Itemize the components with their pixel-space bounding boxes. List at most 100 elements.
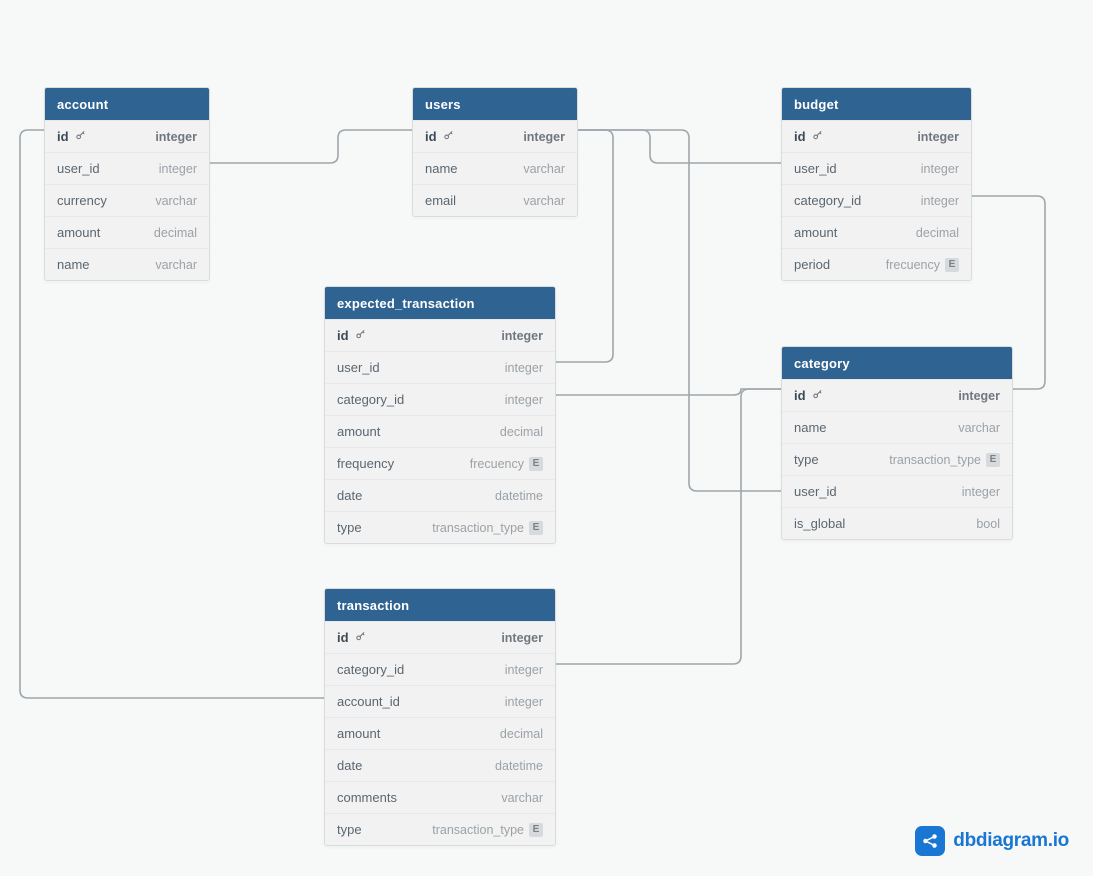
column-type: datetime: [495, 759, 543, 773]
column-type: integer: [523, 130, 565, 144]
column-row[interactable]: typetransaction_typeE: [325, 813, 555, 845]
column-name: user_id: [794, 161, 837, 176]
column-type: transaction_typeE: [432, 521, 543, 535]
column-row[interactable]: type transaction_typeE: [325, 511, 555, 543]
column-type: varchar: [523, 194, 565, 208]
enum-badge: E: [529, 823, 543, 837]
column-name: category_id: [337, 392, 404, 407]
table-header[interactable]: expected_transaction: [325, 287, 555, 319]
column-row[interactable]: id integer: [782, 379, 1012, 411]
column-row[interactable]: commentsvarchar: [325, 781, 555, 813]
column-type: integer: [505, 361, 543, 375]
column-name: user_id: [337, 360, 380, 375]
column-row[interactable]: amount decimal: [325, 415, 555, 447]
table-header[interactable]: budget: [782, 88, 971, 120]
table-category[interactable]: category id integer namevarchartypetransact…: [781, 346, 1013, 540]
enum-badge: E: [945, 258, 959, 272]
column-type: integer: [501, 631, 543, 645]
column-type: varchar: [958, 421, 1000, 435]
column-name: is_global: [794, 516, 845, 531]
column-row[interactable]: typetransaction_typeE: [782, 443, 1012, 475]
column-row[interactable]: idinteger: [413, 120, 577, 152]
column-type: integer: [962, 485, 1000, 499]
column-type: varchar: [155, 258, 197, 272]
column-type: transaction_typeE: [889, 453, 1000, 467]
column-type: decimal: [154, 226, 197, 240]
column-type: frecuencyE: [470, 457, 543, 471]
column-row[interactable]: periodfrecuencyE: [782, 248, 971, 280]
column-name: type: [337, 822, 362, 837]
column-row[interactable]: idinteger: [782, 120, 971, 152]
column-row[interactable]: name varchar: [413, 152, 577, 184]
enum-badge: E: [529, 521, 543, 535]
column-type: varchar: [523, 162, 565, 176]
column-row[interactable]: user_id integer: [45, 152, 209, 184]
column-row[interactable]: user_id integer: [782, 152, 971, 184]
column-name: id: [794, 129, 823, 144]
table-header[interactable]: transaction: [325, 589, 555, 621]
column-type: datetime: [495, 489, 543, 503]
column-row[interactable]: is_global bool: [782, 507, 1012, 539]
column-row[interactable]: account_id integer: [325, 685, 555, 717]
column-name: category_id: [337, 662, 404, 677]
column-row[interactable]: namevarchar: [782, 411, 1012, 443]
column-name: email: [425, 193, 456, 208]
column-row[interactable]: category_idinteger: [782, 184, 971, 216]
table-header[interactable]: account: [45, 88, 209, 120]
key-icon: [355, 630, 366, 645]
column-name: id: [794, 388, 823, 403]
table-account[interactable]: account id integer user_id integer currencyva…: [44, 87, 210, 281]
column-type: integer: [155, 130, 197, 144]
column-row[interactable]: amountdecimal: [782, 216, 971, 248]
table-users[interactable]: usersidinteger name varchar email varchar: [412, 87, 578, 217]
column-row[interactable]: date datetime: [325, 479, 555, 511]
column-row[interactable]: idinteger: [325, 621, 555, 653]
column-row[interactable]: name varchar: [45, 248, 209, 280]
table-expected_transaction[interactable]: expected_transactionidintegeruser_idinte…: [324, 286, 556, 544]
column-type: decimal: [500, 425, 543, 439]
column-row[interactable]: amount decimal: [325, 717, 555, 749]
column-name: amount: [337, 424, 380, 439]
table-budget[interactable]: budgetidinteger user_id integer category_id…: [781, 87, 972, 281]
column-type: varchar: [501, 791, 543, 805]
column-row[interactable]: currencyvarchar: [45, 184, 209, 216]
column-type: bool: [976, 517, 1000, 531]
column-name: name: [425, 161, 458, 176]
column-name: user_id: [794, 484, 837, 499]
column-type: integer: [921, 162, 959, 176]
column-name: account_id: [337, 694, 400, 709]
column-row[interactable]: id integer: [45, 120, 209, 152]
column-name: frequency: [337, 456, 394, 471]
logo: dbdiagram.io: [915, 826, 1069, 856]
column-row[interactable]: email varchar: [413, 184, 577, 216]
column-name: id: [57, 129, 86, 144]
column-name: id: [337, 328, 366, 343]
column-name: category_id: [794, 193, 861, 208]
column-type: decimal: [500, 727, 543, 741]
column-name: amount: [794, 225, 837, 240]
column-type: integer: [505, 695, 543, 709]
column-name: period: [794, 257, 830, 272]
column-type: integer: [505, 663, 543, 677]
column-row[interactable]: user_id integer: [325, 351, 555, 383]
column-type: integer: [958, 389, 1000, 403]
column-name: type: [337, 520, 362, 535]
table-header[interactable]: users: [413, 88, 577, 120]
column-row[interactable]: frequency frecuencyE: [325, 447, 555, 479]
key-icon: [355, 328, 366, 343]
column-name: date: [337, 488, 362, 503]
column-name: user_id: [57, 161, 100, 176]
table-transaction[interactable]: transactionidintegercategory_idintegerac…: [324, 588, 556, 846]
table-header[interactable]: category: [782, 347, 1012, 379]
column-row[interactable]: category_id integer: [325, 383, 555, 415]
column-name: amount: [337, 726, 380, 741]
column-name: name: [57, 257, 90, 272]
column-type: integer: [159, 162, 197, 176]
column-row[interactable]: category_id integer: [325, 653, 555, 685]
column-row[interactable]: amountdecimal: [45, 216, 209, 248]
column-type: integer: [505, 393, 543, 407]
enum-badge: E: [986, 453, 1000, 467]
column-row[interactable]: user_id integer: [782, 475, 1012, 507]
column-row[interactable]: datedatetime: [325, 749, 555, 781]
column-row[interactable]: idinteger: [325, 319, 555, 351]
